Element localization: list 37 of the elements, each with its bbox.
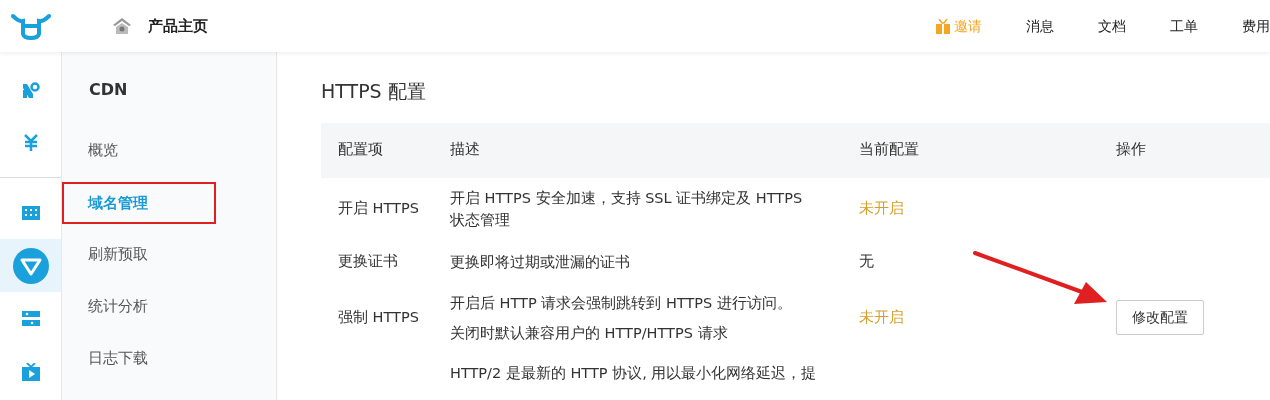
table-cell-text: HTTP/2 是最新的 HTTP 协议, 用以最小化网络延迟，提	[450, 363, 818, 383]
r-logo-icon	[21, 81, 40, 98]
nav-link[interactable]: 费用	[1242, 15, 1270, 37]
table-cell-text: 开启 HTTPS 安全加速，支持 SSL 证书绑定及 HTTPS 状态管理	[450, 188, 804, 230]
status-text: 无	[859, 252, 874, 269]
status-text: 未开启	[859, 199, 904, 216]
table-cell: 强制 HTTPS	[338, 308, 419, 325]
home-icon[interactable]	[112, 17, 132, 35]
cdn-icon	[12, 247, 49, 284]
sidebar-item[interactable]: 统计分析	[62, 286, 216, 328]
home-link[interactable]: 产品主页	[148, 14, 208, 38]
logo-icon[interactable]	[11, 12, 51, 40]
table-cell-text: 开启后 HTTP 请求会强制跳转到 HTTPS 进行访问。	[450, 293, 793, 313]
server-icon	[21, 310, 40, 327]
sidebar-title: CDN	[88, 79, 129, 101]
table-cell-text: 关闭时默认兼容用户的 HTTP/HTTPS 请求	[450, 323, 729, 343]
sidebar-item[interactable]: 日志下载	[62, 338, 216, 380]
column-header: 描述	[450, 140, 481, 160]
table-cell: 开启 HTTPS	[338, 199, 419, 216]
column-header: 当前配置	[859, 140, 920, 160]
column-header: 操作	[1116, 140, 1147, 160]
table-cell-text: 更换即将过期或泄漏的证书	[450, 252, 631, 272]
grid-icon	[21, 205, 40, 220]
nav-link[interactable]: 文档	[1098, 15, 1126, 37]
sidebar-item[interactable]: 概览	[62, 130, 216, 172]
page-title: HTTPS 配置	[321, 80, 427, 103]
edit-config-button[interactable]: 修改配置	[1116, 300, 1204, 336]
tv-icon	[21, 362, 40, 381]
yen-icon	[22, 133, 39, 152]
status-text: 未开启	[859, 308, 904, 325]
nav-link[interactable]: 消息	[1026, 15, 1054, 37]
rail-button[interactable]	[0, 239, 61, 292]
sidebar-item[interactable]: 刷新预取	[62, 234, 216, 276]
gift-icon	[936, 18, 950, 34]
column-header: 配置项	[337, 140, 384, 160]
nav-link[interactable]: 工单	[1170, 15, 1198, 37]
table-cell: 更换证书	[338, 252, 398, 269]
